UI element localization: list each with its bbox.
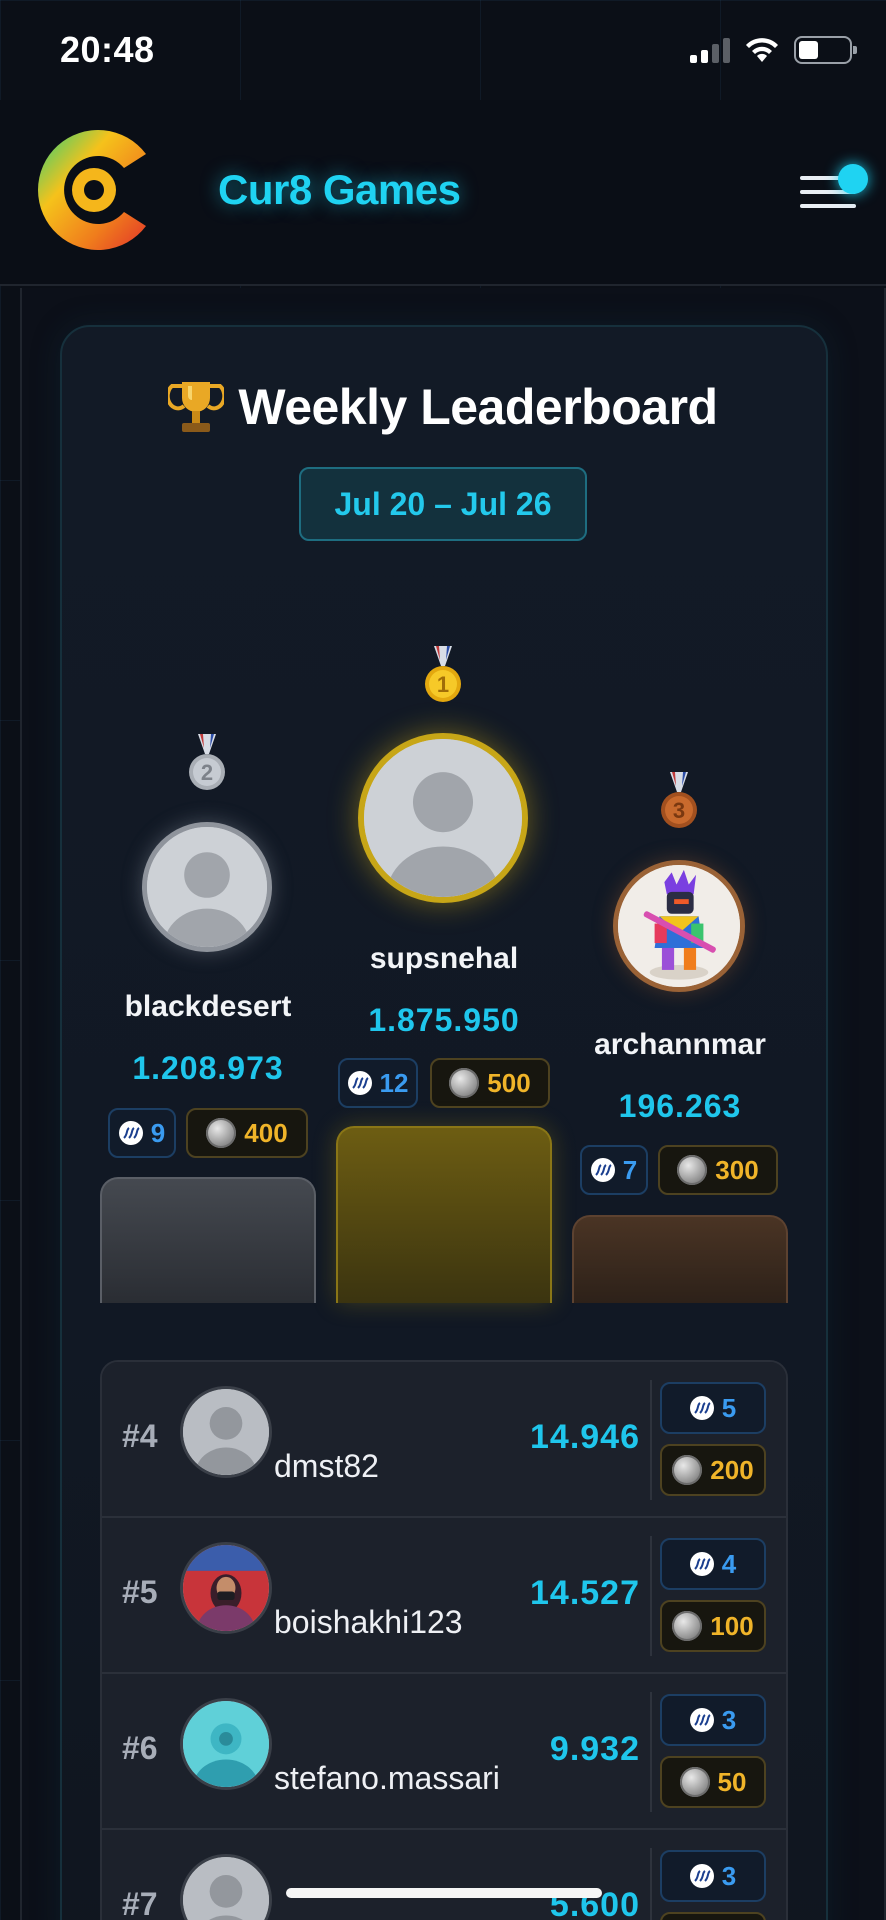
coin-value-2: 400 bbox=[244, 1117, 288, 1148]
steem-chip: 3 bbox=[660, 1850, 766, 1902]
coin-icon bbox=[672, 1455, 703, 1485]
steem-chip-3: 7 bbox=[580, 1145, 648, 1195]
podium-block-first bbox=[336, 1126, 552, 1303]
podium-score-2: 1.208.973 bbox=[132, 1050, 284, 1086]
coin-chip-1: 500 bbox=[430, 1058, 550, 1108]
leaderboard-heading: Weekly Leaderboard bbox=[0, 378, 886, 436]
steem-icon bbox=[689, 1864, 714, 1888]
row-divider bbox=[650, 1848, 652, 1920]
battery-icon bbox=[794, 36, 857, 64]
menu-button[interactable] bbox=[800, 164, 868, 216]
player-name[interactable]: dmst82 bbox=[274, 1448, 379, 1485]
steem-chip: 4 bbox=[660, 1538, 766, 1590]
avatar-archannmar[interactable] bbox=[613, 860, 745, 992]
rank-number: #4 bbox=[122, 1418, 158, 1454]
steem-value-2: 9 bbox=[150, 1117, 166, 1148]
podium-name-3: archannmar bbox=[594, 1028, 766, 1061]
coin-chip: 200 bbox=[660, 1444, 766, 1496]
player-name[interactable]: boishakhi123 bbox=[274, 1604, 463, 1641]
podium-block-third bbox=[572, 1215, 788, 1303]
app-header: Cur8 Games bbox=[0, 100, 886, 286]
row-divider bbox=[650, 1692, 652, 1812]
rank-number: #6 bbox=[122, 1730, 158, 1766]
coin-icon bbox=[677, 1155, 708, 1185]
ranking-row[interactable]: #6 stefano.massari 9.932 3 50 bbox=[102, 1674, 786, 1830]
rank-number: #7 bbox=[122, 1886, 158, 1920]
steem-chip: 5 bbox=[660, 1382, 766, 1434]
ranking-row[interactable]: #5 boishakhi123 14.527 4 100 bbox=[102, 1518, 786, 1674]
bronze-medal-icon: 3 bbox=[660, 772, 698, 830]
coin-chip bbox=[660, 1912, 766, 1920]
cur8-logo[interactable] bbox=[28, 122, 158, 258]
silver-medal-icon: 2 bbox=[188, 734, 226, 792]
avatar-supsnehal[interactable] bbox=[358, 733, 528, 903]
leaderboard-title: Weekly Leaderboard bbox=[238, 379, 718, 435]
svg-text:2: 2 bbox=[201, 760, 213, 785]
date-range-chip[interactable]: Jul 20 – Jul 26 bbox=[299, 467, 587, 541]
coin-chip: 100 bbox=[660, 1600, 766, 1652]
coin-icon bbox=[449, 1068, 480, 1098]
ranking-list: #4 dmst82 14.946 5 200 #5 boishakhi123 1… bbox=[100, 1360, 788, 1920]
steem-icon bbox=[689, 1708, 714, 1732]
home-indicator[interactable] bbox=[286, 1888, 602, 1898]
gold-medal-icon: 1 bbox=[424, 646, 462, 704]
wifi-icon bbox=[746, 38, 778, 62]
row-divider bbox=[650, 1380, 652, 1500]
status-time: 20:48 bbox=[60, 29, 155, 70]
steem-value-3: 7 bbox=[622, 1154, 638, 1185]
notification-dot bbox=[838, 164, 868, 194]
rank-number: #5 bbox=[122, 1574, 158, 1610]
coin-value: 200 bbox=[710, 1454, 754, 1485]
podium-name-1: supsnehal bbox=[369, 942, 519, 975]
steem-icon bbox=[590, 1158, 615, 1182]
player-name[interactable]: stefano.massari bbox=[274, 1760, 500, 1797]
player-score: 14.527 bbox=[530, 1574, 640, 1612]
podium-score-1: 1.875.950 bbox=[368, 1002, 520, 1038]
row-divider bbox=[650, 1536, 652, 1656]
app-title: Cur8 Games bbox=[218, 166, 461, 213]
steem-chip: 3 bbox=[660, 1694, 766, 1746]
ranking-row[interactable]: #7 5.600 3 bbox=[102, 1830, 786, 1920]
steem-value: 3 bbox=[721, 1860, 737, 1891]
avatar[interactable] bbox=[180, 1386, 272, 1478]
steem-chip-2: 9 bbox=[108, 1108, 176, 1158]
avatar[interactable] bbox=[180, 1698, 272, 1790]
coin-value-3: 300 bbox=[715, 1154, 759, 1185]
coin-value: 50 bbox=[717, 1766, 747, 1797]
podium-block-second bbox=[100, 1177, 316, 1303]
player-score: 14.946 bbox=[530, 1418, 640, 1456]
steem-chip-1: 12 bbox=[338, 1058, 418, 1108]
status-icons bbox=[690, 36, 857, 64]
steem-icon bbox=[118, 1121, 143, 1145]
cellular-signal-icon bbox=[690, 37, 730, 63]
steem-value-1: 12 bbox=[379, 1067, 409, 1098]
steem-value: 4 bbox=[721, 1548, 737, 1579]
avatar-blackdesert[interactable] bbox=[142, 822, 272, 952]
coin-icon bbox=[679, 1767, 710, 1797]
coin-chip-2: 400 bbox=[186, 1108, 308, 1158]
svg-text:3: 3 bbox=[673, 798, 685, 823]
steem-icon bbox=[689, 1396, 714, 1420]
ranking-row[interactable]: #4 dmst82 14.946 5 200 bbox=[102, 1362, 786, 1518]
steem-value: 3 bbox=[721, 1704, 737, 1735]
podium-name-2: blackdesert bbox=[124, 990, 292, 1023]
coin-icon bbox=[672, 1611, 703, 1641]
player-score: 9.932 bbox=[549, 1730, 640, 1768]
trophy-icon bbox=[168, 382, 225, 432]
podium-score-3: 196.263 bbox=[618, 1088, 742, 1124]
coin-chip-3: 300 bbox=[658, 1145, 778, 1195]
coin-chip: 50 bbox=[660, 1756, 766, 1808]
coin-value: 100 bbox=[710, 1610, 754, 1641]
svg-text:1: 1 bbox=[437, 672, 449, 697]
steem-value: 5 bbox=[721, 1392, 737, 1423]
steem-icon bbox=[689, 1552, 714, 1576]
avatar[interactable] bbox=[180, 1542, 272, 1634]
coin-icon bbox=[206, 1118, 237, 1148]
avatar[interactable] bbox=[180, 1854, 272, 1920]
status-bar: 20:48 bbox=[0, 0, 886, 100]
steem-icon bbox=[347, 1071, 372, 1095]
coin-value-1: 500 bbox=[487, 1067, 531, 1098]
